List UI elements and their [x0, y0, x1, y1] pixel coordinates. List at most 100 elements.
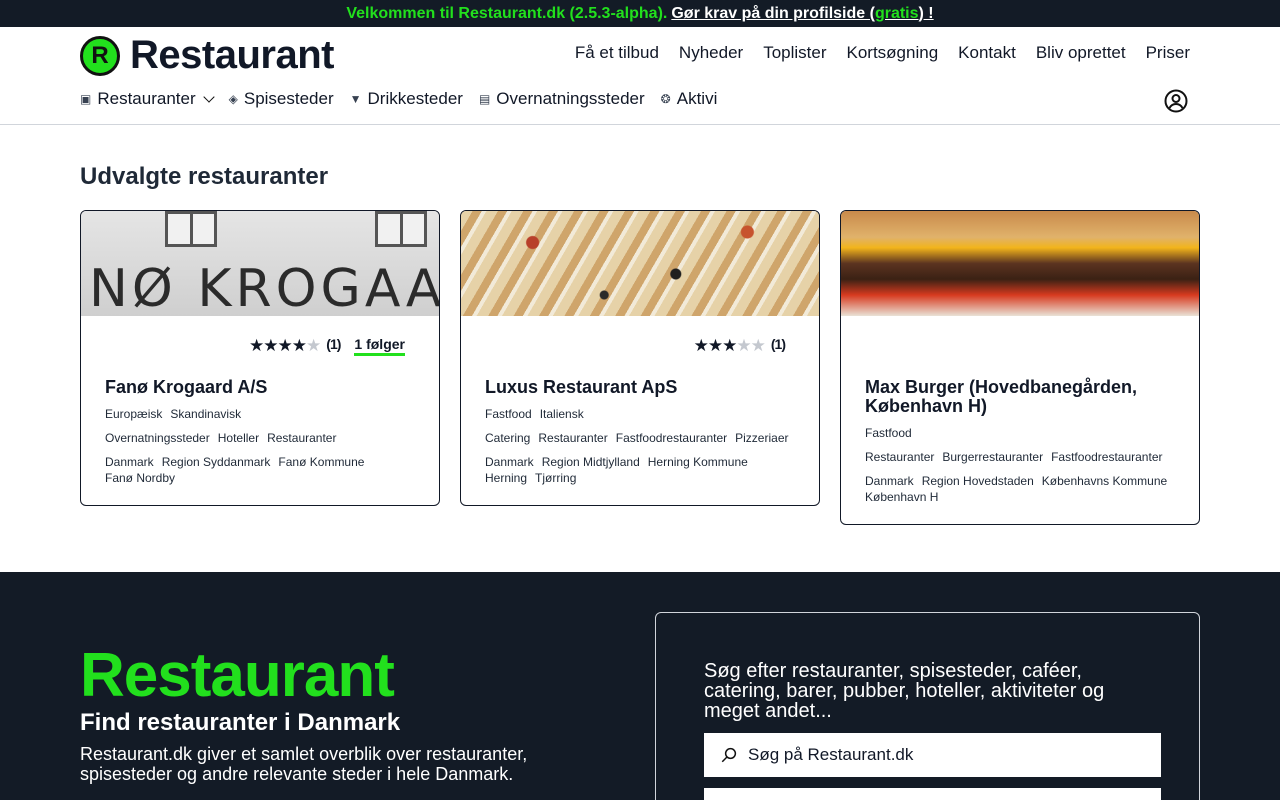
search-placeholder: Søg på Restaurant.dk [748, 745, 914, 764]
tag[interactable]: Herning [485, 471, 527, 485]
tag[interactable]: Hoteller [218, 431, 259, 445]
user-account-icon[interactable] [1164, 89, 1188, 113]
dish-icon: ◈ [228, 92, 238, 106]
tag[interactable]: Pizzeriaer [735, 431, 788, 445]
restaurant-image [841, 211, 1199, 316]
section-title: Udvalgte restauranter [80, 163, 329, 190]
star-empty-icon: ★ [750, 336, 766, 355]
tag[interactable]: Region Syddanmark [162, 455, 271, 469]
hero-subtitle: Find restauranter i Danmark [80, 709, 401, 736]
location-tags: Danmark Region Syddanmark Fanø Kommune F… [105, 455, 415, 485]
tag[interactable]: Fastfood [865, 426, 912, 440]
category-eateries[interactable]: ◈ Spisesteder [229, 89, 334, 109]
secondary-input[interactable] [704, 788, 1161, 800]
nav-map-search[interactable]: Kortsøgning [847, 43, 939, 63]
rating-stars: ★ ★ ★ ★ ★ (1) [249, 336, 341, 356]
tag[interactable]: Italiensk [540, 407, 584, 421]
tag[interactable]: Fastfoodrestauranter [1051, 450, 1162, 464]
top-navigation: Få et tilbud Nyheder Toplister Kortsøgni… [575, 43, 1190, 63]
site-logo[interactable]: R Restaurant [80, 33, 334, 78]
star-icon: ★ [707, 336, 723, 355]
nav-news[interactable]: Nyheder [679, 43, 743, 63]
type-tags: Overnatningssteder Hoteller Restauranter [105, 431, 415, 445]
category-navigation: ▣ Restauranter ◈ Spisesteder ▼ Drikkeste… [80, 89, 717, 109]
star-icon: ★ [722, 336, 737, 355]
category-accommodation[interactable]: ▤ Overnatningssteder [479, 89, 645, 109]
restaurant-name[interactable]: Fanø Krogaard A/S [105, 378, 415, 397]
cuisine-tags: Europæisk Skandinavisk [105, 407, 415, 421]
star-icon: ★ [249, 336, 264, 355]
category-activities[interactable]: ❂ Aktivi [661, 89, 718, 109]
star-empty-icon: ★ [736, 336, 751, 355]
tag[interactable]: Region Hovedstaden [922, 474, 1034, 488]
star-empty-icon: ★ [306, 336, 321, 355]
star-icon: ★ [291, 336, 307, 355]
search-heading: Søg efter restauranter, spisesteder, caf… [704, 660, 1105, 722]
tag[interactable]: Skandinavisk [170, 407, 241, 421]
image-sign: NØ KROGAAR [89, 259, 439, 316]
category-restaurants[interactable]: ▣ Restauranter [80, 89, 215, 109]
cuisine-tags: Fastfood [865, 426, 1175, 440]
category-drinking-places[interactable]: ▼ Drikkesteder [350, 89, 463, 109]
bed-icon: ▤ [478, 92, 491, 106]
restaurant-image: NØ KROGAAR [81, 211, 439, 316]
rating-stars: ★ ★ ★ ★ ★ (1) [693, 336, 786, 356]
tag[interactable]: København H [865, 490, 938, 504]
tag[interactable]: Restauranter [538, 431, 607, 445]
tag[interactable]: Danmark [105, 455, 154, 469]
card-meta: ★ ★ ★ ★ ★ (1) [485, 334, 795, 358]
tag[interactable]: Fastfoodrestauranter [616, 431, 727, 445]
tag[interactable]: Region Midtjylland [542, 455, 640, 469]
type-tags: Restauranter Burgerrestauranter Fastfood… [865, 450, 1175, 464]
search-input[interactable]: Søg på Restaurant.dk [704, 733, 1161, 777]
logo-text: Restaurant [130, 33, 334, 77]
claim-profile-link[interactable]: Gør krav på din profilside (gratis) ! [671, 5, 933, 23]
logo-mark: R [80, 35, 120, 76]
star-icon: ★ [263, 336, 278, 355]
location-tags: Danmark Region Midtjylland Herning Kommu… [485, 455, 795, 485]
restaurant-card[interactable]: NØ KROGAAR ★★★★★ (1) 1 følger Fanø Kroga… [80, 210, 440, 506]
site-header: R Restaurant Få et tilbud Nyheder Toplis… [0, 27, 1280, 125]
tag[interactable]: Københavns Kommune [1042, 474, 1167, 488]
restaurant-name[interactable]: Max Burger (Hovedbanegården, København H… [865, 378, 1175, 416]
tag[interactable]: Restauranter [267, 431, 336, 445]
card-meta: ★ ★ ★ ★ ★ (1) 1 følger [105, 334, 415, 358]
restaurant-card[interactable]: Max Burger (Hovedbanegården, København H… [840, 210, 1200, 525]
tag[interactable]: Danmark [865, 474, 914, 488]
chevron-down-icon [202, 91, 215, 103]
tag[interactable]: Catering [485, 431, 530, 445]
search-icon [721, 747, 737, 763]
restaurant-image [461, 211, 819, 316]
search-panel: Søg efter restauranter, spisesteder, caf… [655, 612, 1200, 800]
welcome-banner: Velkommen til Restaurant.dk (2.5.3-alpha… [0, 0, 1280, 27]
tag[interactable]: Overnatningssteder [105, 431, 210, 445]
hero-description: Restaurant.dk giver et samlet overblik o… [80, 744, 528, 784]
featured-cards: NØ KROGAAR ★★★★★ (1) 1 følger Fanø Kroga… [80, 210, 1200, 525]
tag[interactable]: Burgerrestauranter [942, 450, 1043, 464]
hero-brand: Restaurant [80, 641, 395, 710]
rating-count: (1) [770, 336, 786, 352]
tag[interactable]: Fanø Kommune [278, 455, 364, 469]
rating-count: (1) [326, 336, 341, 352]
follow-button[interactable]: 1 følger [354, 336, 405, 356]
nav-get-listed[interactable]: Bliv oprettet [1036, 43, 1126, 63]
tag[interactable]: Tjørring [535, 471, 576, 485]
location-tags: Danmark Region Hovedstaden Københavns Ko… [865, 474, 1175, 504]
tag[interactable]: Herning Kommune [648, 455, 748, 469]
restaurant-name[interactable]: Luxus Restaurant ApS [485, 378, 795, 397]
restaurant-card[interactable]: ★ ★ ★ ★ ★ (1) Luxus Restaurant ApS Fastfood … [460, 210, 820, 506]
tag[interactable]: Restauranter [865, 450, 934, 464]
card-meta [865, 334, 1175, 358]
type-tags: Catering Restauranter Fastfoodrestaurant… [485, 431, 795, 445]
nav-pricing[interactable]: Priser [1146, 43, 1190, 63]
tag[interactable]: Fastfood [485, 407, 532, 421]
star-icon: ★ [693, 336, 709, 355]
tag[interactable]: Fanø Nordby [105, 471, 175, 485]
nav-toplists[interactable]: Toplister [763, 43, 826, 63]
star-icon: ★ [277, 336, 293, 355]
welcome-text: Velkommen til Restaurant.dk (2.5.3-alpha… [346, 4, 668, 22]
tag[interactable]: Europæisk [105, 407, 162, 421]
nav-contact[interactable]: Kontakt [958, 43, 1016, 63]
tag[interactable]: Danmark [485, 455, 534, 469]
nav-get-offer[interactable]: Få et tilbud [575, 43, 659, 63]
